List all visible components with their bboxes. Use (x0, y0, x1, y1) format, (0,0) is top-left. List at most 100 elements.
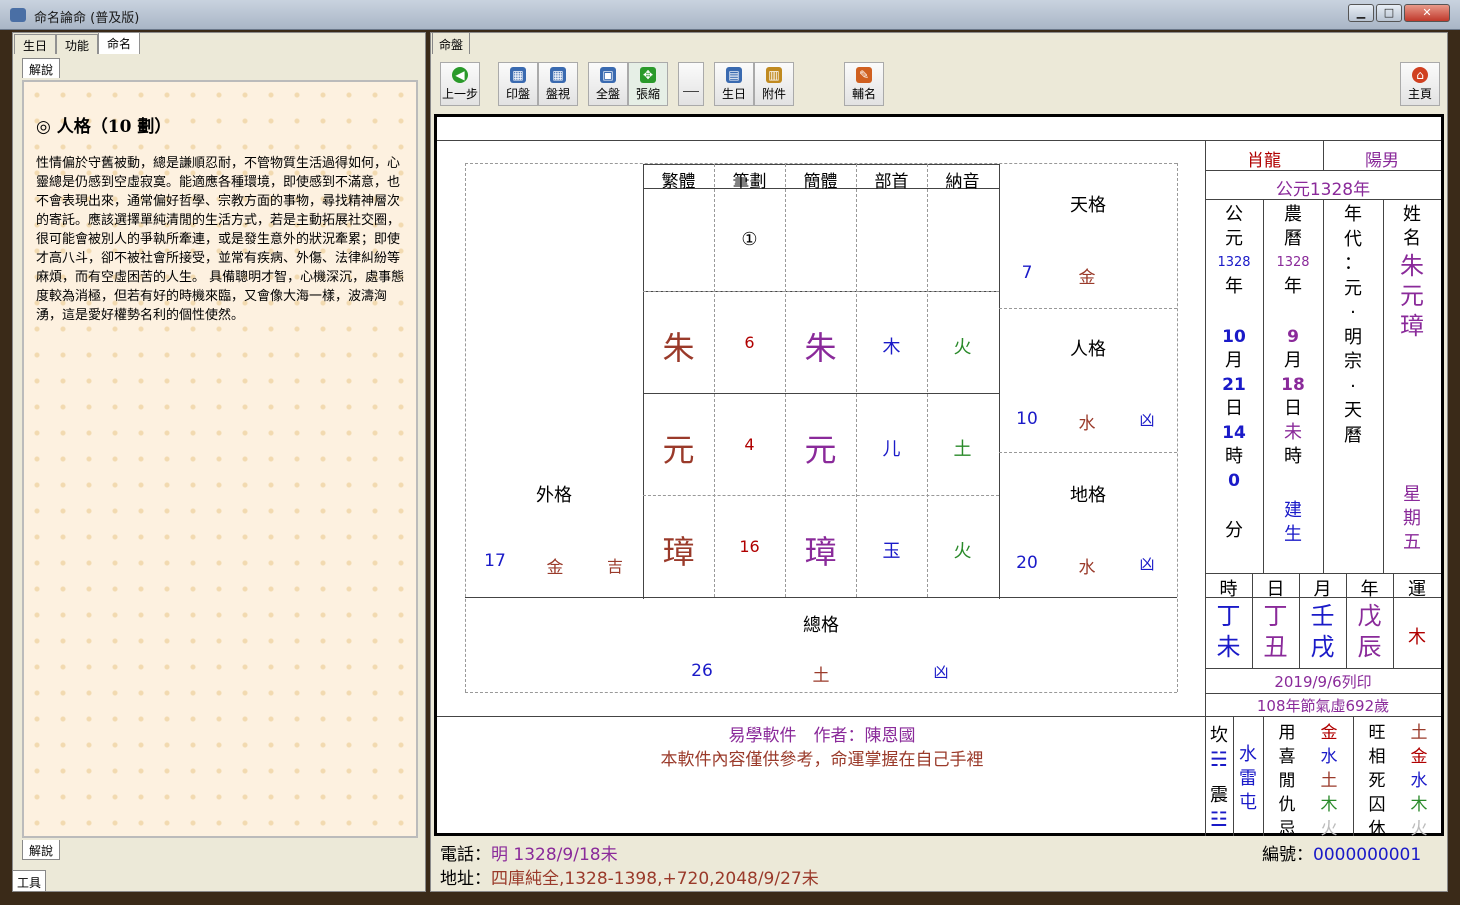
chart-view-button[interactable]: ▦ 盤視 (538, 62, 578, 106)
dige-element: 水 (1078, 558, 1096, 578)
yong-label: 忌 (1278, 819, 1296, 839)
attach-button[interactable]: ▥ 附件 (754, 62, 794, 106)
author-line: 易學軟件 作者：陳恩國 (728, 726, 916, 746)
birthday-label: 生日 (721, 87, 746, 101)
era-char: 元 (1344, 277, 1362, 299)
phone-label: 電話： (440, 845, 491, 865)
home-button[interactable]: ⌂ 主頁 (1400, 62, 1440, 106)
header-element: 納音 (945, 172, 980, 192)
title-bar (0, 0, 1460, 30)
char-1-element: 火 (953, 337, 972, 358)
address-label: 地址： (440, 869, 491, 889)
pillar-branch: 辰 (1357, 633, 1382, 661)
tab-birthday[interactable]: 生日 (14, 34, 57, 54)
top-mark: ① (741, 229, 758, 250)
explanation-heading: ◎ 人格（10 劃） (36, 117, 172, 137)
birthday-button[interactable]: ▤ 生日 (714, 62, 754, 106)
maximize-button[interactable]: □ (1376, 4, 1402, 22)
pillar-hour: 丁未 (1205, 601, 1252, 663)
attach-label: 附件 (761, 87, 786, 101)
char-1-strokes: 6 (744, 333, 755, 352)
gongyuan-day: 21 (1222, 375, 1246, 395)
pillar-year: 戊辰 (1346, 601, 1393, 663)
nongli-h: 時 (1284, 446, 1302, 467)
luck-element: 木 (1408, 627, 1426, 648)
back-button[interactable]: ◀ 上一步 (440, 62, 480, 106)
gua-div-3 (1353, 716, 1354, 836)
era-char: ： (1344, 253, 1362, 274)
minimize-button[interactable]: ▁ (1348, 4, 1374, 22)
bottom-table-line (465, 597, 1177, 598)
tab-explanation-bottom[interactable]: 解說 (22, 840, 61, 860)
char-1-traditional: 朱 (662, 329, 695, 367)
chart-view-label: 盤視 (545, 87, 570, 101)
tiange-label: 天格 (1070, 195, 1106, 216)
pillar-head-luck: 運 (1408, 579, 1426, 600)
expand-button[interactable]: ✥ 張縮 (628, 62, 668, 106)
era-char: 明 (1344, 326, 1362, 348)
print-chart-button[interactable]: ▦ 印盤 (498, 62, 538, 106)
name-h2: 名 (1403, 228, 1421, 249)
tiange-divider (999, 308, 1177, 309)
pillar-bottom-line (1205, 668, 1441, 669)
assist-name-button[interactable]: ✎ 輔名 (844, 62, 884, 106)
gua-name: 水雷屯 (1233, 743, 1263, 815)
back-label: 上一步 (441, 87, 478, 101)
wang-label: 相 (1368, 747, 1386, 767)
blank-label (683, 91, 699, 92)
wang-element: 土 (1410, 723, 1428, 743)
tab-chart[interactable]: 命盤 (432, 32, 471, 54)
nongli-year: 1328 (1276, 255, 1310, 270)
yong-element: 水 (1320, 747, 1338, 767)
kan-label: 坎 (1210, 725, 1228, 746)
char-1-simplified: 朱 (804, 329, 837, 367)
pillar-month: 壬戌 (1299, 601, 1346, 663)
char-3-strokes: 16 (739, 537, 760, 556)
pillar-stem: 戊 (1357, 602, 1382, 630)
gua-name-char: 雷 (1239, 768, 1257, 789)
renge-divider (999, 452, 1177, 453)
char-2-element: 土 (953, 439, 972, 460)
char-3-radical: 玉 (882, 541, 901, 562)
wang-label: 旺 (1368, 723, 1386, 743)
phone-value: 明 1328/9/18未 (491, 845, 618, 865)
pillar-stem: 丁 (1216, 602, 1241, 630)
zongge-label: 總格 (803, 615, 839, 636)
char-2-traditional: 元 (662, 431, 695, 469)
gongyuan-year: 1328 (1217, 255, 1251, 270)
nongli-m: 月 (1284, 350, 1302, 371)
header-traditional: 繁體 (661, 172, 696, 192)
pillar-head-month: 月 (1313, 579, 1332, 600)
tab-explanation-top[interactable]: 解說 (22, 58, 61, 78)
nongli-y: 年 (1284, 276, 1302, 297)
pillar-branch: 未 (1216, 633, 1241, 661)
tab-naming[interactable]: 命名 (98, 32, 141, 54)
era-char: 代 (1344, 228, 1362, 250)
yong-element: 火 (1320, 819, 1338, 839)
pillar-branch: 丑 (1263, 633, 1288, 661)
nongli-h1: 農 (1284, 204, 1302, 225)
expand-label: 張縮 (635, 87, 660, 101)
tools-tab[interactable]: 工具 (12, 870, 47, 892)
tab-function[interactable]: 功能 (56, 34, 99, 54)
print-chart-label: 印盤 (505, 87, 530, 101)
year-line: 公元1328年 (1275, 180, 1371, 200)
phone-line: 電話：明 1328/9/18未 (440, 840, 618, 865)
footer-rule (437, 716, 1441, 717)
gua-div-2 (1263, 716, 1264, 836)
table-right-line (999, 164, 1000, 599)
blank-button[interactable] (678, 62, 704, 106)
name-col: 姓 名 朱 元 璋 星 期 五 (1383, 203, 1441, 555)
full-chart-button[interactable]: ▣ 全盤 (588, 62, 628, 106)
print-date: 2019/9/6列印 (1274, 673, 1372, 691)
dige-label: 地格 (1070, 485, 1106, 506)
wand-icon: ✎ (856, 67, 872, 83)
renge-element: 水 (1078, 414, 1096, 434)
waige-label: 外格 (536, 485, 572, 506)
close-button[interactable]: ✕ (1404, 4, 1450, 22)
renge-label: 人格 (1070, 339, 1106, 360)
gua-name-char: 水 (1239, 744, 1257, 765)
tiange-number: 7 (1021, 263, 1033, 283)
